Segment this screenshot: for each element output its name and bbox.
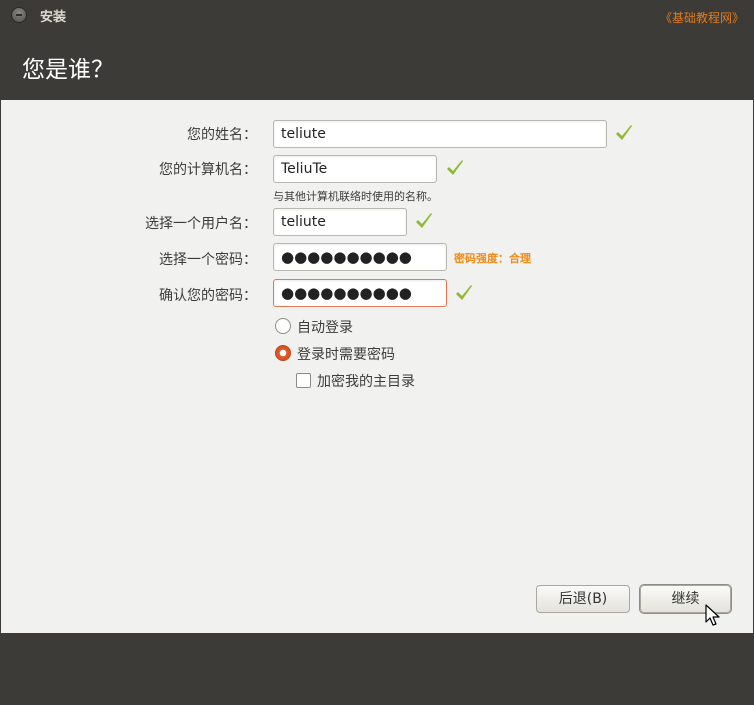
title-bar: 安装 《基础教程网》 (0, 0, 754, 30)
form-panel: 您的姓名： teliute 您的计算机名： TeliuTe 与其他计算机联络时使… (1, 100, 753, 633)
check-icon (616, 125, 632, 140)
require-password-label[interactable]: 登录时需要密码 (297, 344, 395, 364)
username-label: 选择一个用户名： (145, 216, 257, 232)
confirm-password-value: ●●●●●●●●●● (281, 284, 412, 302)
back-button[interactable]: 后退(B) (536, 585, 630, 613)
check-icon (456, 285, 472, 300)
mouse-pointer-icon (705, 604, 720, 626)
computer-name-field[interactable]: TeliuTe (273, 155, 437, 183)
name-value: teliute (281, 126, 326, 142)
check-icon (447, 160, 463, 175)
check-icon (416, 213, 432, 228)
bottom-bar (0, 633, 754, 705)
username-field[interactable]: teliute (273, 208, 407, 236)
require-password-radio[interactable] (275, 345, 291, 361)
window-menu-icon[interactable] (11, 7, 27, 23)
password-label: 选择一个密码： (159, 252, 257, 268)
page-header: 您是谁？ (0, 30, 754, 100)
watermark: 《基础教程网》 (659, 11, 744, 25)
page-title: 您是谁？ (22, 57, 114, 83)
confirm-password-label: 确认您的密码： (159, 288, 257, 304)
username-value: teliute (281, 214, 326, 230)
auto-login-radio[interactable] (275, 318, 291, 334)
password-value: ●●●●●●●●●● (281, 248, 412, 266)
name-field[interactable]: teliute (273, 120, 607, 148)
computer-name-label: 您的计算机名： (159, 162, 257, 178)
password-field[interactable]: ●●●●●●●●●● (273, 243, 447, 271)
confirm-password-field[interactable]: ●●●●●●●●●● (273, 279, 447, 307)
auto-login-label[interactable]: 自动登录 (297, 317, 353, 337)
window-title: 安装 (40, 10, 67, 25)
encrypt-home-label[interactable]: 加密我的主目录 (317, 371, 415, 391)
computer-name-value: TeliuTe (281, 161, 328, 177)
encrypt-home-checkbox[interactable] (296, 373, 311, 388)
name-label: 您的姓名： (187, 127, 257, 143)
computer-name-hint: 与其他计算机联络时使用的名称。 (273, 190, 438, 203)
password-strength: 密码强度：合理 (454, 252, 531, 265)
